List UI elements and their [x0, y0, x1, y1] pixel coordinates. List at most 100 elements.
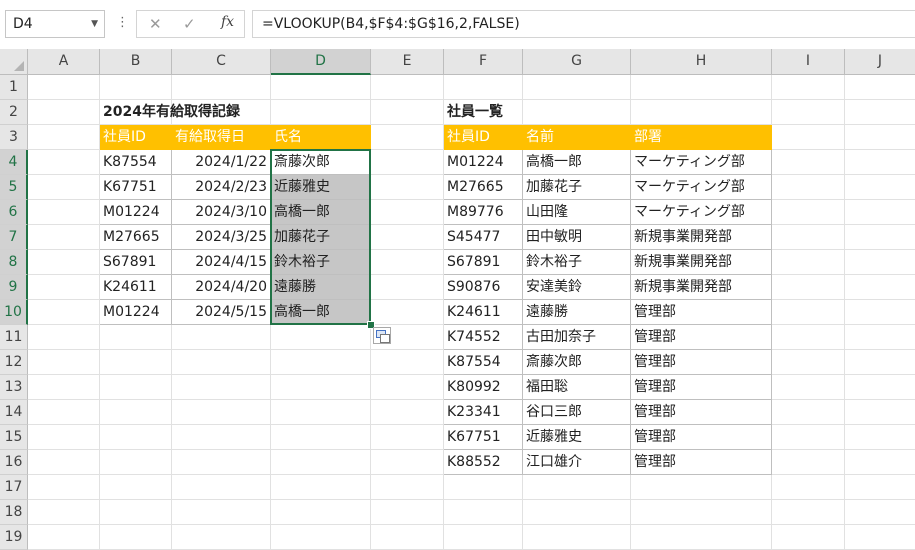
cell[interactable] — [100, 425, 172, 450]
row-header-8[interactable]: 8 — [0, 250, 28, 275]
cell[interactable] — [371, 275, 444, 300]
cell[interactable] — [371, 500, 444, 525]
column-header-f[interactable]: F — [444, 49, 523, 75]
cell[interactable] — [772, 375, 845, 400]
cell[interactable] — [172, 400, 271, 425]
cell[interactable] — [371, 450, 444, 475]
column-header-c[interactable]: C — [172, 49, 271, 75]
cell[interactable] — [172, 375, 271, 400]
cell[interactable] — [271, 400, 371, 425]
table2-employee-id[interactable]: M27665 — [444, 175, 523, 200]
cell[interactable] — [371, 400, 444, 425]
table2-name[interactable]: 高橋一郎 — [523, 150, 631, 175]
cell[interactable] — [772, 250, 845, 275]
table1-name[interactable]: 加藤花子 — [271, 225, 371, 250]
cell[interactable] — [772, 100, 845, 125]
cell[interactable] — [845, 525, 915, 550]
cell[interactable] — [28, 325, 100, 350]
row-header-9[interactable]: 9 — [0, 275, 28, 300]
table2-employee-id[interactable]: S45477 — [444, 225, 523, 250]
table1-name[interactable]: 遠藤勝 — [271, 275, 371, 300]
enter-check-icon[interactable]: ✓ — [183, 15, 196, 33]
cell[interactable] — [28, 400, 100, 425]
column-header-i[interactable]: I — [772, 49, 845, 75]
cell[interactable] — [523, 100, 631, 125]
cell[interactable] — [631, 100, 772, 125]
cell[interactable] — [845, 225, 915, 250]
table2-name[interactable]: 山田隆 — [523, 200, 631, 225]
table2-department[interactable]: マーケティング部 — [631, 200, 772, 225]
table2-department[interactable]: マーケティング部 — [631, 150, 772, 175]
cell[interactable] — [28, 350, 100, 375]
cell[interactable] — [28, 75, 100, 100]
cell[interactable] — [100, 450, 172, 475]
table2-employee-id[interactable]: S90876 — [444, 275, 523, 300]
column-header-j[interactable]: J — [845, 49, 915, 75]
table2-title[interactable]: 社員一覧 — [444, 100, 523, 125]
table2-name[interactable]: 福田聡 — [523, 375, 631, 400]
cell[interactable] — [28, 475, 100, 500]
row-header-11[interactable]: 11 — [0, 325, 28, 350]
row-header-2[interactable]: 2 — [0, 100, 28, 125]
table2-employee-id[interactable]: K87554 — [444, 350, 523, 375]
cell[interactable] — [371, 525, 444, 550]
row-header-13[interactable]: 13 — [0, 375, 28, 400]
table2-department[interactable]: 管理部 — [631, 450, 772, 475]
cell[interactable] — [523, 525, 631, 550]
column-header-e[interactable]: E — [371, 49, 444, 75]
cell[interactable] — [845, 350, 915, 375]
row-header-17[interactable]: 17 — [0, 475, 28, 500]
table1-employee-id[interactable]: S67891 — [100, 250, 172, 275]
cell[interactable] — [772, 125, 845, 150]
cell[interactable] — [772, 400, 845, 425]
cell[interactable] — [100, 375, 172, 400]
row-header-3[interactable]: 3 — [0, 125, 28, 150]
table2-name[interactable]: 古田加奈子 — [523, 325, 631, 350]
cell[interactable] — [100, 325, 172, 350]
column-header-h[interactable]: H — [631, 49, 772, 75]
cell[interactable] — [172, 325, 271, 350]
cell[interactable] — [845, 275, 915, 300]
row-header-6[interactable]: 6 — [0, 200, 28, 225]
cell[interactable] — [845, 125, 915, 150]
cell[interactable] — [28, 300, 100, 325]
table2-employee-id[interactable]: K67751 — [444, 425, 523, 450]
cell[interactable] — [845, 75, 915, 100]
table2-department[interactable]: 管理部 — [631, 300, 772, 325]
select-all-corner[interactable] — [0, 49, 28, 75]
cell[interactable] — [271, 525, 371, 550]
paste-options-icon[interactable] — [373, 327, 391, 344]
cell[interactable] — [28, 225, 100, 250]
table1-name[interactable]: 近藤雅史 — [271, 175, 371, 200]
table1-employee-id[interactable]: K67751 — [100, 175, 172, 200]
table2-department[interactable]: 新規事業開発部 — [631, 275, 772, 300]
cell[interactable] — [172, 525, 271, 550]
cell[interactable] — [172, 475, 271, 500]
cell[interactable] — [772, 75, 845, 100]
table1-title[interactable]: 2024年有給取得記録 — [100, 100, 240, 125]
table2-employee-id[interactable]: K88552 — [444, 450, 523, 475]
table2-name[interactable]: 谷口三郎 — [523, 400, 631, 425]
cell[interactable] — [172, 450, 271, 475]
cell[interactable] — [444, 525, 523, 550]
cell[interactable] — [444, 475, 523, 500]
cell[interactable] — [772, 475, 845, 500]
table2-department[interactable]: 管理部 — [631, 425, 772, 450]
cell[interactable] — [845, 300, 915, 325]
table2-name[interactable]: 鈴木裕子 — [523, 250, 631, 275]
cell[interactable] — [772, 200, 845, 225]
cell[interactable] — [271, 500, 371, 525]
cell[interactable] — [28, 375, 100, 400]
cell[interactable] — [100, 400, 172, 425]
cell[interactable] — [371, 125, 444, 150]
table1-leave-date[interactable]: 2024/3/25 — [172, 225, 271, 250]
table2-name[interactable]: 近藤雅史 — [523, 425, 631, 450]
table2-department[interactable]: 管理部 — [631, 400, 772, 425]
row-header-18[interactable]: 18 — [0, 500, 28, 525]
cell[interactable] — [845, 325, 915, 350]
cell[interactable] — [371, 375, 444, 400]
cell[interactable] — [772, 175, 845, 200]
column-header-g[interactable]: G — [523, 49, 631, 75]
table1-header[interactable]: 有給取得日 — [172, 125, 271, 150]
cell[interactable] — [28, 150, 100, 175]
